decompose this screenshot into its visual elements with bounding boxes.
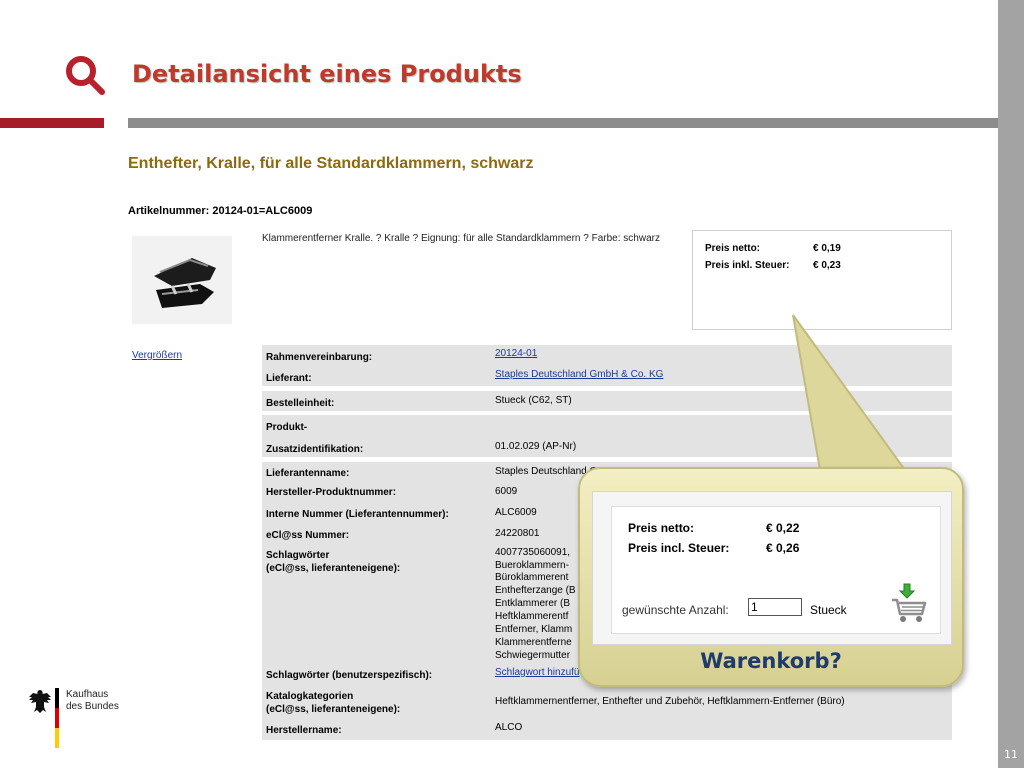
price-gross-value: € 0,23: [813, 260, 841, 271]
quantity-label: gewünschte Anzahl:: [622, 603, 729, 617]
right-side-bar: [998, 0, 1024, 768]
bubble-price-gross: Preis incl. Steuer: € 0,26: [628, 541, 800, 555]
title-rule-red: [0, 118, 104, 128]
add-to-cart-icon[interactable]: [890, 582, 928, 624]
logo-text: Kaufhaus des Bundes: [66, 689, 119, 712]
supplier-link[interactable]: Staples Deutschland GmbH & Co. KG: [495, 369, 663, 381]
cart-question-caption: Warenkorb?: [700, 649, 842, 673]
slide-title: Detailansicht eines Produkts: [132, 60, 522, 88]
federal-eagle-icon: [29, 690, 51, 713]
price-netto-label: Preis netto:: [705, 243, 761, 254]
details-group-unit: [262, 391, 952, 411]
quantity-unit: Stueck: [810, 603, 847, 617]
quantity-input[interactable]: [748, 598, 802, 616]
article-number: Artikelnummer: 20124-01=ALC6009: [128, 205, 313, 217]
framework-agreement-link[interactable]: 20124-01: [495, 348, 537, 360]
product-image: [132, 236, 232, 324]
price-box: Preis netto: € 0,19 Preis inkl. Steuer: …: [692, 230, 952, 330]
title-rule-gray: [128, 118, 998, 128]
bubble-price-netto: Preis netto: € 0,22: [628, 521, 800, 535]
product-title: Enthefter, Kralle, für alle Standardklam…: [128, 155, 534, 172]
price-gross-row: Preis inkl. Steuer: € 0,23: [705, 260, 841, 271]
german-flag-stripe: [55, 688, 59, 748]
bubble-inner-panel: Preis netto: € 0,22 Preis incl. Steuer: …: [592, 491, 952, 645]
price-gross-label: Preis inkl. Steuer:: [705, 260, 790, 271]
product-description: Klammerentferner Kralle. ? Kralle ? Eign…: [262, 233, 660, 244]
price-netto-row: Preis netto: € 0,19: [705, 243, 841, 254]
search-icon: [66, 56, 105, 95]
details-group-identification: [262, 415, 952, 457]
cart-callout-bubble: Preis netto: € 0,22 Preis incl. Steuer: …: [578, 467, 964, 687]
bubble-price-card: Preis netto: € 0,22 Preis incl. Steuer: …: [611, 506, 941, 634]
price-netto-value: € 0,19: [813, 243, 841, 254]
enlarge-link[interactable]: Vergrößern: [132, 350, 182, 361]
add-keyword-link[interactable]: Schlagwort hinzufü: [495, 667, 580, 679]
slide-number: 11: [1004, 748, 1018, 761]
